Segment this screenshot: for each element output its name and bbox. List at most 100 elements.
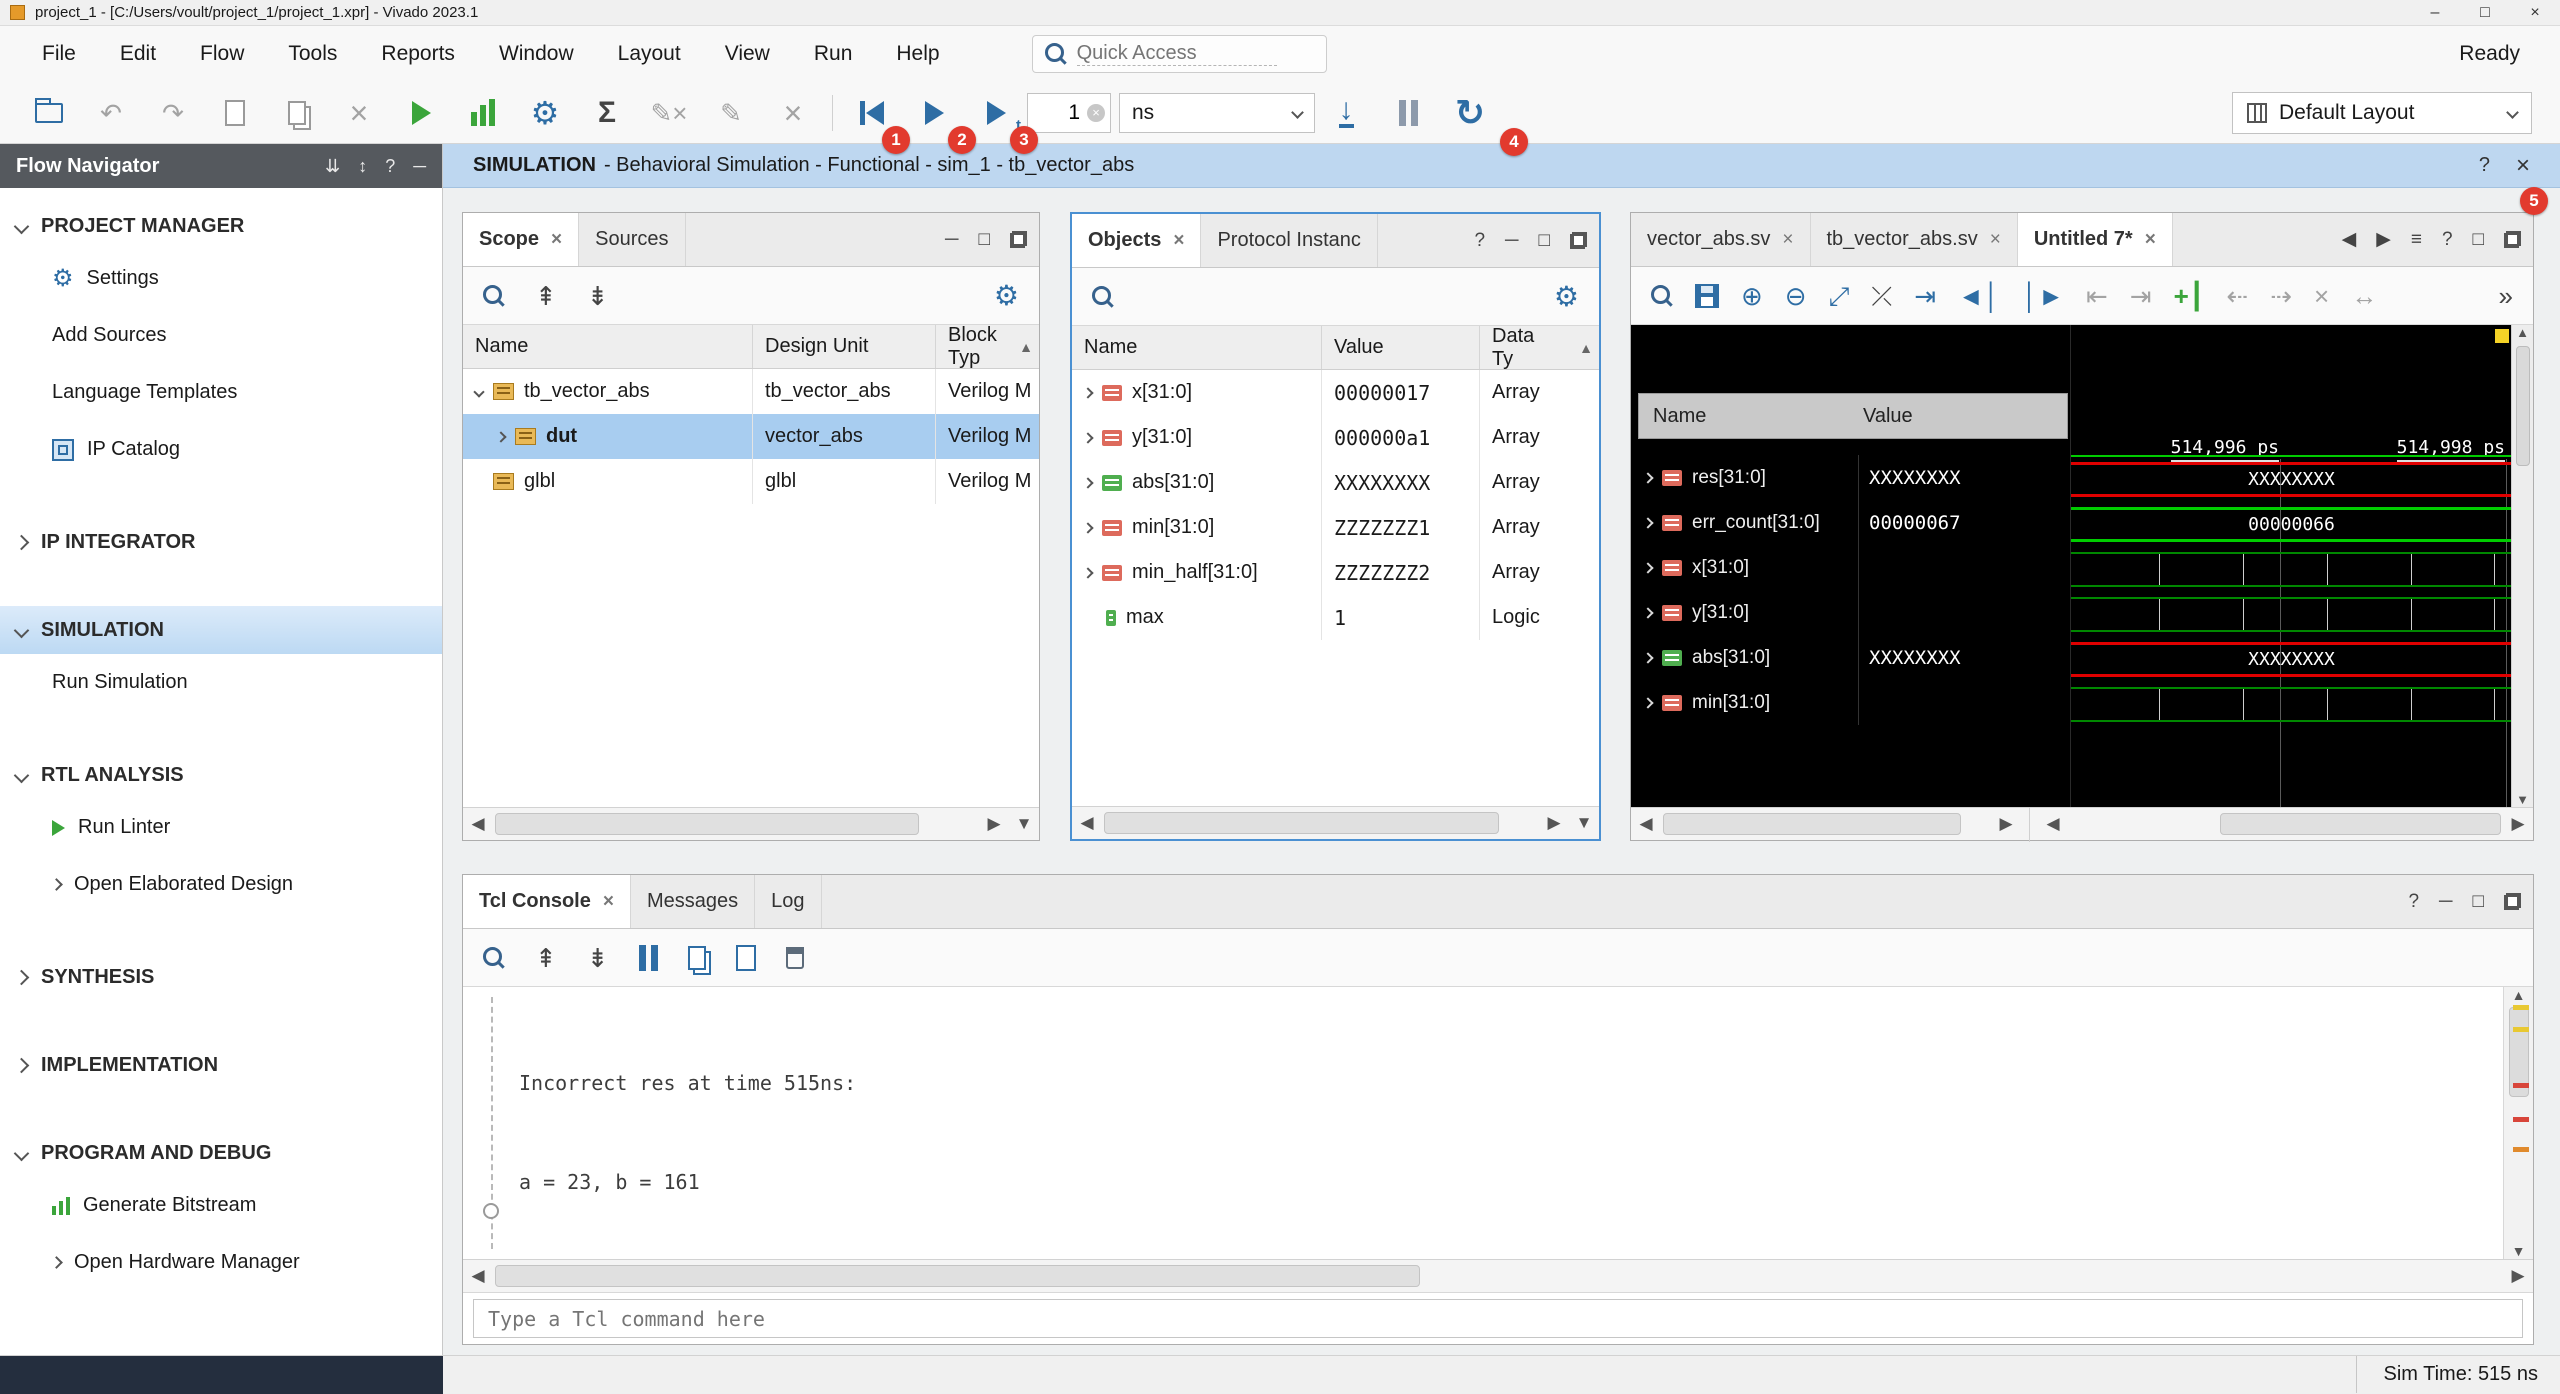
wave-signal-res[interactable]: res[31:0] [1638, 455, 1854, 500]
scroll-up-icon[interactable]: ▲ [1573, 340, 1599, 356]
next-marker-icon[interactable]: ⇢ [2270, 283, 2292, 309]
close-tab-icon[interactable]: × [1990, 229, 2001, 251]
menu-flow[interactable]: Flow [178, 26, 266, 82]
tcl-command-input[interactable] [473, 1299, 2523, 1338]
column-design-unit[interactable]: Design Unit [753, 325, 936, 368]
column-name[interactable]: Name [463, 325, 753, 368]
clear-time-icon[interactable]: × [1087, 104, 1105, 122]
chevron-right-icon[interactable] [1642, 697, 1653, 708]
settings-button[interactable]: ⚙ [514, 86, 576, 140]
section-simulation[interactable]: SIMULATION [0, 606, 442, 654]
item-open-elaborated-design[interactable]: Open Elaborated Design [0, 856, 442, 913]
menu-run[interactable]: Run [792, 26, 875, 82]
column-name[interactable]: Name [1072, 326, 1322, 369]
minimize-panel-icon[interactable]: ─ [1505, 230, 1518, 252]
tab-tcl-console[interactable]: Tcl Console × [463, 875, 631, 928]
close-simulation-icon[interactable]: × [2516, 152, 2530, 180]
close-tab-icon[interactable]: × [1173, 230, 1184, 252]
pause-output-icon[interactable] [639, 945, 658, 971]
scroll-right-icon[interactable]: ▶ [979, 814, 1009, 834]
gear-icon[interactable]: ⚙ [994, 282, 1019, 310]
simulation-time-input[interactable] [1028, 101, 1084, 125]
simulation-time-field[interactable]: × [1027, 93, 1111, 133]
section-project-manager[interactable]: PROJECT MANAGER [0, 202, 442, 250]
relaunch-simulation-button[interactable]: ↻ [1439, 86, 1501, 140]
item-open-hardware-manager[interactable]: Open Hardware Manager [0, 1234, 442, 1291]
swap-left-icon[interactable]: ⇤ [2086, 283, 2108, 309]
wave-vertical-scrollbar[interactable]: ▲ ▼ [2511, 325, 2533, 807]
object-row-y[interactable]: y[31:0] 000000a1 Array [1072, 415, 1599, 460]
scroll-left-icon[interactable]: ◀ [463, 1266, 493, 1286]
section-program-and-debug[interactable]: PROGRAM AND DEBUG [0, 1129, 442, 1177]
float-panel-icon[interactable] [2504, 893, 2521, 910]
item-ip-catalog[interactable]: IP Catalog [0, 421, 442, 478]
scrollbar-thumb[interactable] [2220, 813, 2501, 835]
zoom-fit-icon[interactable]: ⤢ [1829, 283, 1850, 309]
scroll-right-icon[interactable]: ▶ [1539, 813, 1569, 833]
open-project-button[interactable] [18, 86, 80, 140]
tab-sources[interactable]: Sources [579, 213, 685, 266]
section-ip-integrator[interactable]: IP INTEGRATOR [0, 518, 442, 566]
tab-log[interactable]: Log [755, 875, 821, 928]
menu-layout[interactable]: Layout [596, 26, 703, 82]
report-button[interactable]: Σ [576, 86, 638, 140]
section-implementation[interactable]: IMPLEMENTATION [0, 1041, 442, 1089]
help-icon[interactable]: ? [2408, 891, 2419, 913]
tab-protocol-instances[interactable]: Protocol Instanc [1201, 214, 1377, 267]
maximize-window-button[interactable]: □ [2460, 0, 2510, 25]
zoom-cursor-icon[interactable]: ⤫ [1871, 283, 1892, 309]
menu-view[interactable]: View [703, 26, 792, 82]
tab-untitled-7[interactable]: Untitled 7* × [2018, 213, 2173, 266]
maximize-panel-icon[interactable]: □ [2473, 891, 2484, 913]
item-run-simulation[interactable]: Run Simulation [0, 654, 442, 711]
tab-messages[interactable]: Messages [631, 875, 755, 928]
collapse-all-icon[interactable]: ⇞ [535, 945, 557, 971]
console-output[interactable]: Incorrect res at time 515ns: a = 23, b =… [463, 987, 2533, 1259]
scope-row-dut[interactable]: dut vector_abs Verilog M [463, 414, 1039, 459]
tab-list-icon[interactable]: ≡ [2411, 229, 2422, 251]
scroll-left-icon[interactable]: ◀ [1631, 814, 1661, 834]
column-data-type[interactable]: Data Ty [1480, 326, 1570, 369]
time-unit-select[interactable]: ns [1119, 93, 1315, 133]
console-horizontal-scrollbar[interactable]: ◀ ▶ [463, 1259, 2533, 1292]
tab-scope[interactable]: Scope × [463, 213, 579, 266]
previous-marker-icon[interactable]: ⇠ [2226, 283, 2248, 309]
tab-scroll-left-icon[interactable]: ◀ [2342, 228, 2357, 251]
close-window-button[interactable]: × [2510, 0, 2560, 25]
save-file-button[interactable] [204, 86, 266, 140]
scroll-left-icon[interactable]: ◀ [463, 814, 493, 834]
scroll-left-icon[interactable]: ◀ [1072, 813, 1102, 833]
scrollbar-thumb[interactable] [2516, 346, 2530, 466]
add-marker-icon[interactable]: +┃ [2174, 283, 2205, 309]
scrollbar-thumb[interactable] [1104, 812, 1499, 834]
search-icon[interactable] [1092, 286, 1114, 308]
tab-scroll-right-icon[interactable]: ▶ [2376, 228, 2391, 251]
tab-vector-abs-sv[interactable]: vector_abs.sv × [1631, 213, 1811, 266]
edit-disabled-button-3[interactable]: × [762, 86, 824, 140]
help-icon[interactable]: ? [385, 156, 395, 177]
wave-signal-abs[interactable]: abs[31:0] [1638, 635, 1854, 680]
wave-traces[interactable]: 514,996 ps 514,998 ps XXXXXXXX 00000066 … [2070, 325, 2511, 807]
layout-selector[interactable]: Default Layout [2232, 92, 2532, 134]
maximize-panel-icon[interactable]: □ [1539, 230, 1550, 252]
float-panel-icon[interactable] [1010, 231, 1027, 248]
column-value[interactable]: Value [1322, 326, 1480, 369]
minimize-window-button[interactable]: – [2410, 0, 2460, 25]
collapse-all-icon[interactable]: ⇞ [535, 283, 557, 309]
menu-tools[interactable]: Tools [266, 26, 359, 82]
column-block-type[interactable]: Block Typ [936, 325, 1013, 368]
section-rtl-analysis[interactable]: RTL ANALYSIS [0, 751, 442, 799]
scroll-down-icon[interactable]: ▼ [1569, 813, 1599, 833]
scroll-down-icon[interactable]: ▼ [2512, 1243, 2526, 1259]
tab-tb-vector-abs-sv[interactable]: tb_vector_abs.sv × [1811, 213, 2018, 266]
chevron-right-icon[interactable] [1082, 387, 1093, 398]
delete-marker-icon[interactable]: × [2314, 283, 2329, 309]
scrollbar-thumb[interactable] [495, 813, 919, 835]
object-row-abs[interactable]: abs[31:0] XXXXXXXX Array [1072, 460, 1599, 505]
quick-access-input[interactable] [1077, 42, 1277, 66]
fit-width-icon[interactable]: ↔ [2351, 283, 2377, 309]
section-synthesis[interactable]: SYNTHESIS [0, 953, 442, 1001]
zoom-out-icon[interactable]: ⊖ [1785, 283, 1807, 309]
previous-transition-icon[interactable]: ◄│ [1958, 283, 2000, 309]
search-icon[interactable] [483, 285, 505, 307]
